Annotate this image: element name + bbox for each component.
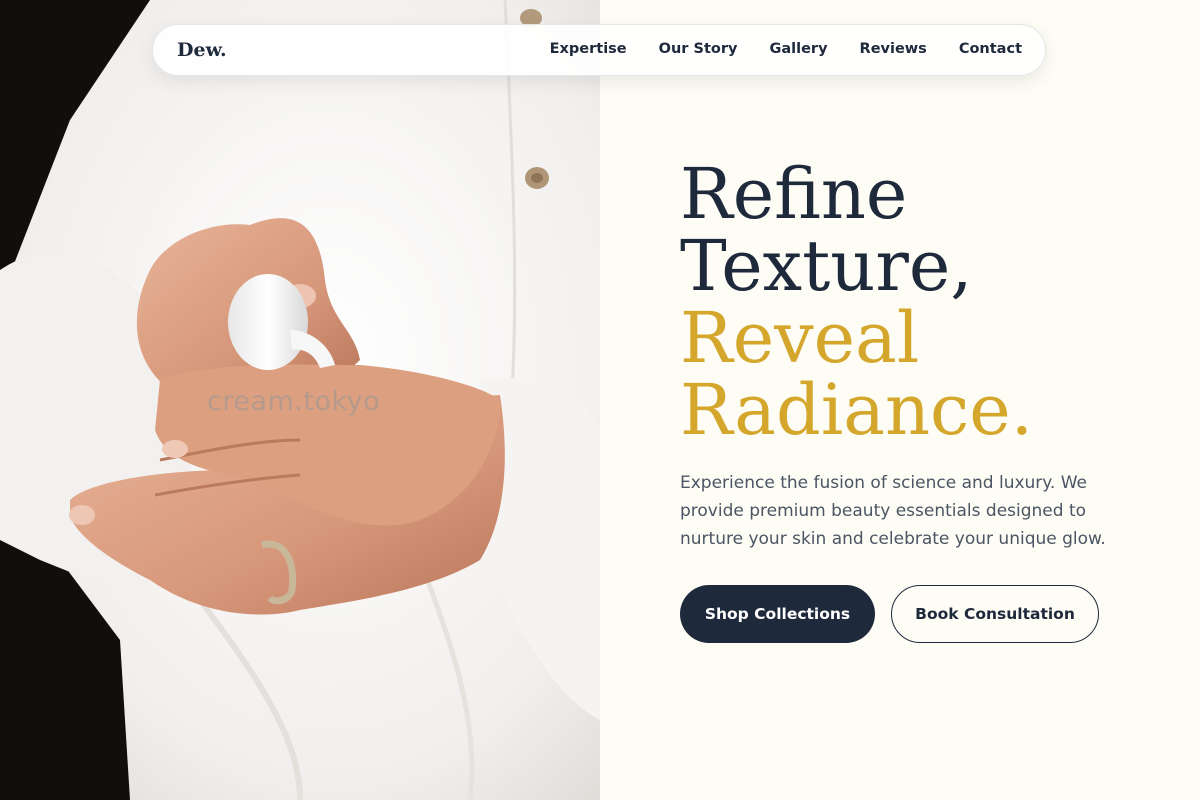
nav-link-gallery[interactable]: Gallery — [769, 41, 827, 57]
hero-headline: Refine Texture, Reveal Radiance. — [680, 158, 1033, 446]
headline-line-1: Refine — [680, 153, 908, 235]
nav-link-reviews[interactable]: Reviews — [860, 41, 927, 57]
book-consultation-button[interactable]: Book Consultation — [891, 585, 1099, 643]
nav-links: Expertise Our Story Gallery Reviews Cont… — [550, 41, 1022, 57]
nav-link-expertise[interactable]: Expertise — [550, 41, 627, 57]
top-navigation-bar: Dew. Expertise Our Story Gallery Reviews… — [152, 24, 1046, 76]
watermark-text: cream.tokyo — [207, 386, 381, 417]
nav-link-contact[interactable]: Contact — [959, 41, 1022, 57]
hero-photo: cream.tokyo — [0, 0, 600, 800]
headline-line-3: Reveal — [680, 297, 920, 379]
headline-line-2: Texture, — [680, 225, 973, 307]
brand-logo[interactable]: Dew. — [177, 39, 227, 61]
shop-collections-button[interactable]: Shop Collections — [680, 585, 875, 643]
hero-subtitle: Experience the fusion of science and lux… — [680, 473, 1106, 549]
nav-link-our-story[interactable]: Our Story — [659, 41, 738, 57]
headline-line-4: Radiance. — [680, 369, 1033, 451]
